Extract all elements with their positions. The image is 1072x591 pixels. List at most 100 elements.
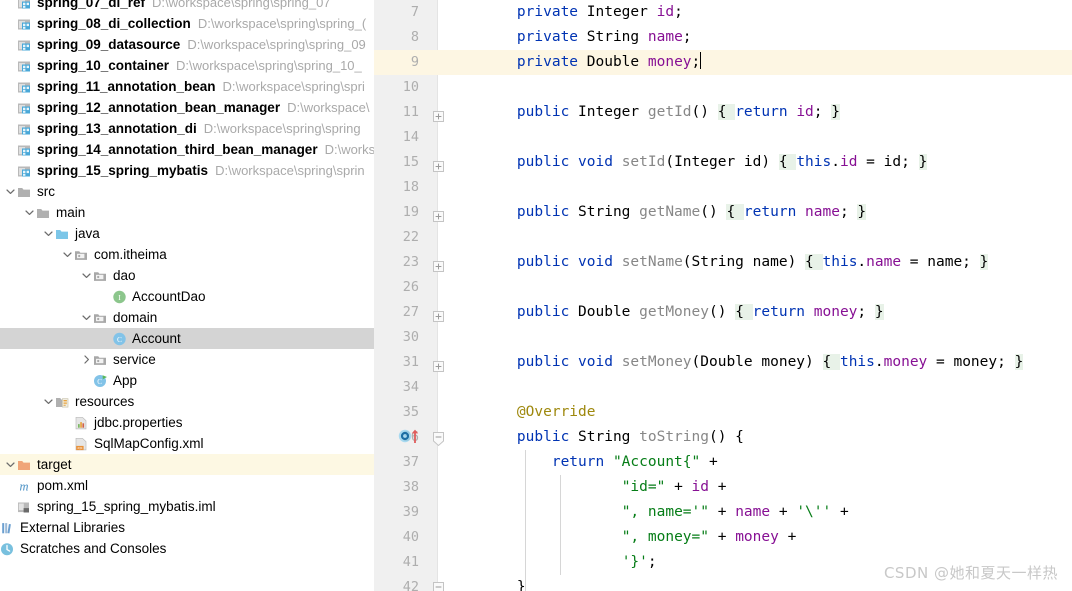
- fold-expand-icon[interactable]: [433, 306, 446, 322]
- tree-row-src[interactable]: src: [0, 181, 374, 202]
- chevron-right-icon[interactable]: [80, 355, 93, 364]
- line-number[interactable]: 11: [374, 100, 419, 125]
- tree-row-domain[interactable]: domain: [0, 307, 374, 328]
- tree-row-app[interactable]: C App: [0, 370, 374, 391]
- line-number[interactable]: 9: [374, 50, 419, 75]
- tree-row-spring-14-annotation-third-bean-manager[interactable]: spring_14_annotation_third_bean_manager D…: [0, 139, 374, 160]
- code-line[interactable]: 26: [374, 275, 1072, 300]
- line-number[interactable]: 27: [374, 300, 419, 325]
- fold-expand-icon[interactable]: [433, 156, 446, 172]
- tree-row-main[interactable]: main: [0, 202, 374, 223]
- code-line[interactable]: 8 private String name;: [374, 25, 1072, 50]
- code-line[interactable]: 19 public String getName() { return name…: [374, 200, 1072, 225]
- code-line[interactable]: 22: [374, 225, 1072, 250]
- line-number[interactable]: 22: [374, 225, 419, 250]
- tree-row-target[interactable]: target: [0, 454, 374, 475]
- fold-expand-icon[interactable]: [433, 256, 446, 272]
- tree-row-account[interactable]: C Account: [0, 328, 374, 349]
- code-token: () {: [708, 429, 744, 445]
- code-line[interactable]: 7 private Integer id;: [374, 0, 1072, 25]
- line-number[interactable]: 40: [374, 525, 419, 550]
- tree-row-service[interactable]: service: [0, 349, 374, 370]
- tree-row-spring-13-annotation-di[interactable]: spring_13_annotation_di D:\workspace\spri…: [0, 118, 374, 139]
- line-number[interactable]: 38: [374, 475, 419, 500]
- fold-collapse-icon[interactable]: [433, 581, 446, 591]
- code-line[interactable]: 37 return "Account{" +: [374, 450, 1072, 475]
- code-line[interactable]: 10: [374, 75, 1072, 100]
- line-number[interactable]: 31: [374, 350, 419, 375]
- code-line[interactable]: 18: [374, 175, 1072, 200]
- code-line[interactable]: 39 ", name='" + name + '\'' +: [374, 500, 1072, 525]
- chevron-down-icon[interactable]: [80, 271, 93, 280]
- overriding-method-icon[interactable]: [398, 428, 424, 444]
- tree-row-pom-xml[interactable]: m pom.xml: [0, 475, 374, 496]
- chevron-down-icon[interactable]: [4, 460, 17, 469]
- tree-row-jdbc-properties[interactable]: jdbc.properties: [0, 412, 374, 433]
- line-number[interactable]: 18: [374, 175, 419, 200]
- code-line[interactable]: 14: [374, 125, 1072, 150]
- tree-row-dao[interactable]: dao: [0, 265, 374, 286]
- line-number[interactable]: 10: [374, 75, 419, 100]
- line-number[interactable]: 14: [374, 125, 419, 150]
- code-line[interactable]: 34: [374, 375, 1072, 400]
- code-line[interactable]: 9 private Double money;: [374, 50, 1072, 75]
- tree-row-external-libraries[interactable]: External Libraries: [0, 517, 374, 538]
- chevron-down-icon[interactable]: [80, 313, 93, 322]
- line-number[interactable]: 42: [374, 575, 419, 591]
- tree-row-label: SqlMapConfig.xml: [94, 436, 204, 451]
- line-number[interactable]: 35: [374, 400, 419, 425]
- fold-expand-icon[interactable]: [433, 106, 446, 122]
- code-line[interactable]: 15 public void setId(Integer id) { this.…: [374, 150, 1072, 175]
- tree-row-com-itheima[interactable]: com.itheima: [0, 244, 374, 265]
- tree-row-resources[interactable]: resources: [0, 391, 374, 412]
- project-tree[interactable]: spring_07_di_ref D:\workspace\spring\spri…: [0, 0, 374, 559]
- code-content[interactable]: 7 private Integer id; 8 private String na…: [374, 0, 1072, 591]
- tree-row-spring-10-container[interactable]: spring_10_container D:\workspace\spring\s…: [0, 55, 374, 76]
- code-line[interactable]: 35 @Override: [374, 400, 1072, 425]
- code-line[interactable]: 27 public Double getMoney() { return mon…: [374, 300, 1072, 325]
- code-token: return: [752, 304, 814, 320]
- code-line-text: ", money=" + money +: [482, 525, 797, 550]
- tree-row-label: domain: [113, 310, 158, 325]
- tree-row-spring-08-di-collection[interactable]: spring_08_di_collection D:\workspace\spri…: [0, 13, 374, 34]
- code-line[interactable]: 40 ", money=" + money +: [374, 525, 1072, 550]
- chevron-down-icon[interactable]: [4, 187, 17, 196]
- tree-row-spring-09-datasource[interactable]: spring_09_datasource D:\workspace\spring\…: [0, 34, 374, 55]
- line-number[interactable]: 41: [374, 550, 419, 575]
- fold-expand-icon[interactable]: [433, 356, 446, 372]
- code-line[interactable]: 31 public void setMoney(Double money) { …: [374, 350, 1072, 375]
- line-number[interactable]: 8: [374, 25, 419, 50]
- code-line[interactable]: 38 "id=" + id +: [374, 475, 1072, 500]
- tree-row-spring-15-spring-mybatis[interactable]: spring_15_spring_mybatis D:\workspace\spr…: [0, 160, 374, 181]
- fold-collapse-icon[interactable]: [433, 431, 446, 447]
- chevron-down-icon[interactable]: [42, 229, 55, 238]
- fold-expand-icon[interactable]: [433, 206, 446, 222]
- tree-row-scratches-and-consoles[interactable]: Scratches and Consoles: [0, 538, 374, 559]
- module-icon: [17, 97, 34, 118]
- line-number[interactable]: 7: [374, 0, 419, 25]
- tree-row-spring-12-annotation-bean-manager[interactable]: spring_12_annotation_bean_manager D:\work…: [0, 97, 374, 118]
- line-number[interactable]: 26: [374, 275, 419, 300]
- code-line[interactable]: 30: [374, 325, 1072, 350]
- tree-row-spring-15-spring-mybatis-iml[interactable]: spring_15_spring_mybatis.iml: [0, 496, 374, 517]
- chevron-down-icon[interactable]: [42, 397, 55, 406]
- line-number[interactable]: 37: [374, 450, 419, 475]
- chevron-down-icon[interactable]: [61, 250, 74, 259]
- line-number[interactable]: 34: [374, 375, 419, 400]
- tree-row-spring-07-di-ref[interactable]: spring_07_di_ref D:\workspace\spring\spri…: [0, 0, 374, 13]
- line-number[interactable]: 23: [374, 250, 419, 275]
- line-number[interactable]: 19: [374, 200, 419, 225]
- tree-row-accountdao[interactable]: I AccountDao: [0, 286, 374, 307]
- line-number[interactable]: 15: [374, 150, 419, 175]
- chevron-down-icon[interactable]: [23, 208, 36, 217]
- line-number[interactable]: 30: [374, 325, 419, 350]
- project-tool-window[interactable]: spring_07_di_ref D:\workspace\spring\spri…: [0, 0, 374, 591]
- code-editor[interactable]: 7 private Integer id; 8 private String na…: [374, 0, 1072, 591]
- code-line[interactable]: 11 public Integer getId() { return id; }: [374, 100, 1072, 125]
- tree-row-java[interactable]: java: [0, 223, 374, 244]
- code-line[interactable]: 23 public void setName(String name) { th…: [374, 250, 1072, 275]
- tree-row-spring-11-annotation-bean[interactable]: spring_11_annotation_bean D:\workspace\sp…: [0, 76, 374, 97]
- line-number[interactable]: 39: [374, 500, 419, 525]
- code-line[interactable]: 36 public String toString() {: [374, 425, 1072, 450]
- tree-row-sqlmapconfig-xml[interactable]: <> SqlMapConfig.xml: [0, 433, 374, 454]
